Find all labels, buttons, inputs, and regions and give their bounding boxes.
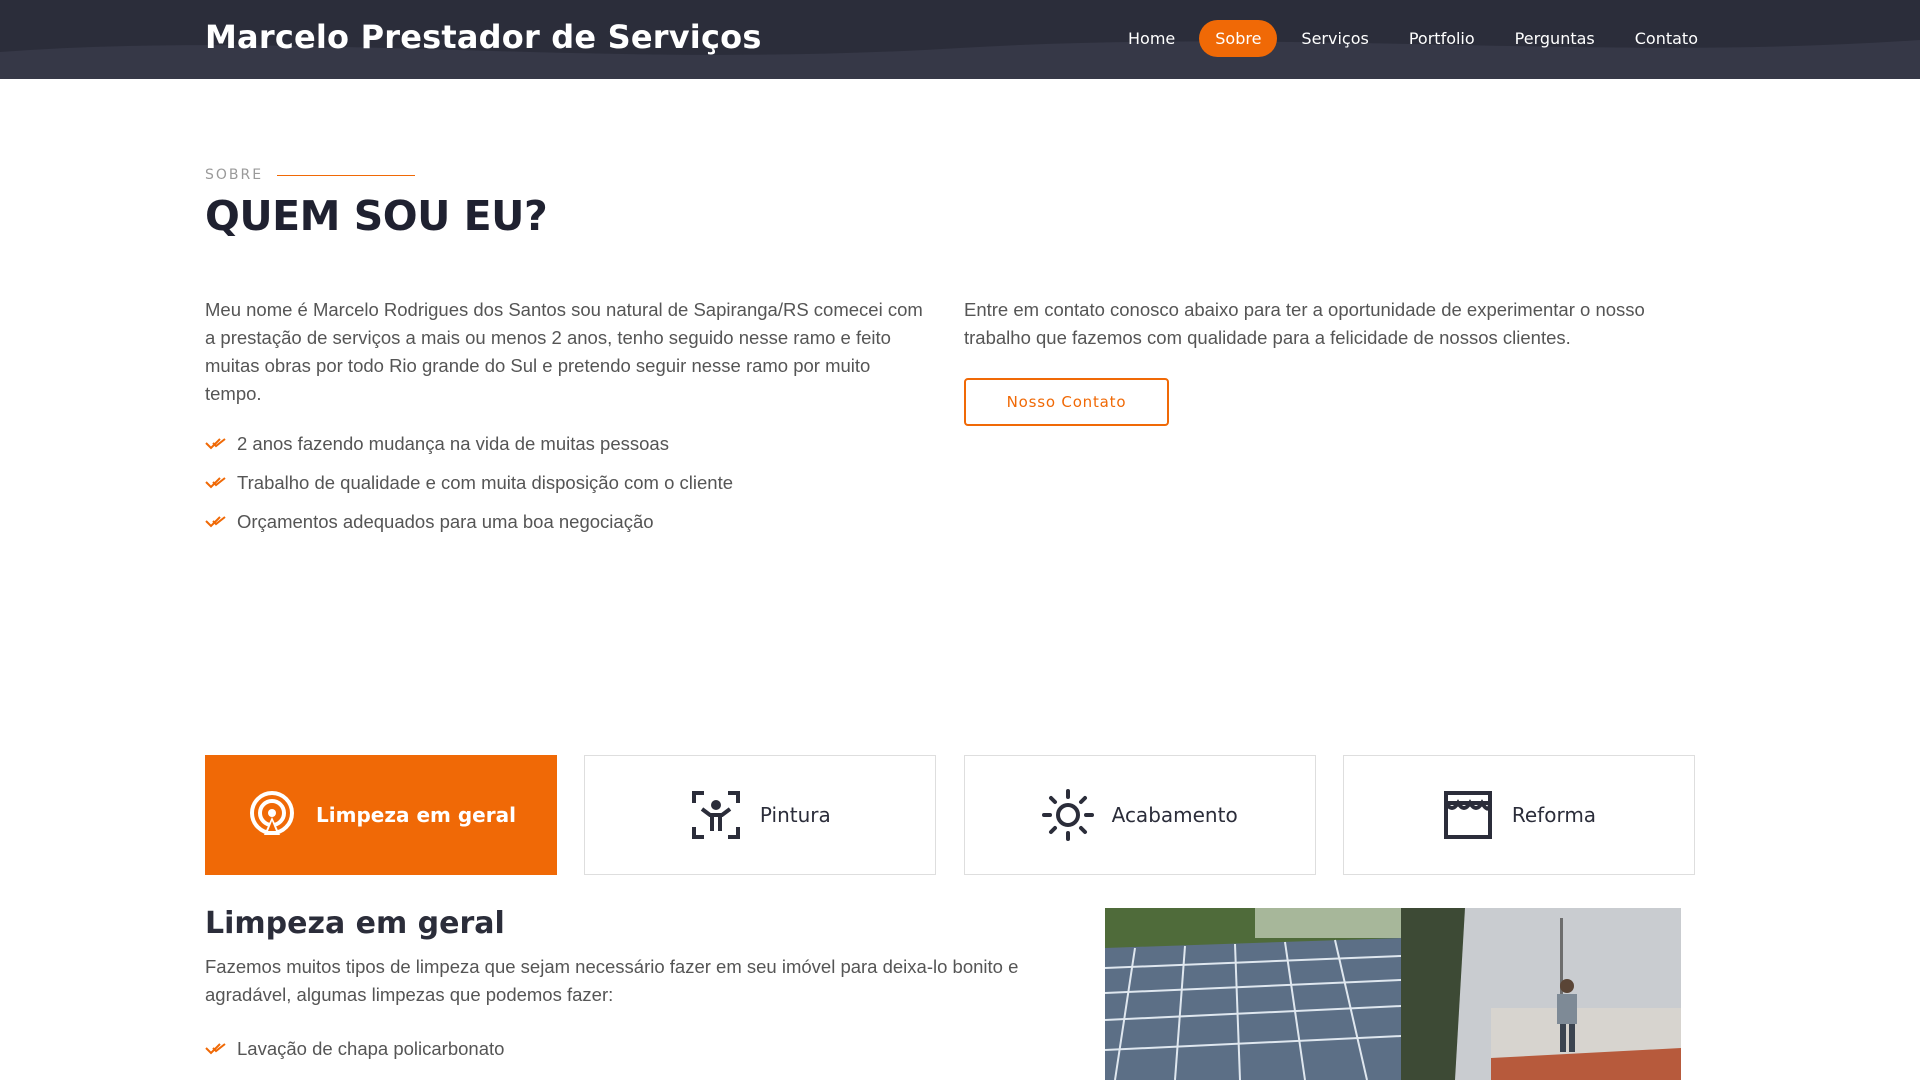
list-item-text: Orçamentos adequados para uma boa negoci…	[237, 510, 654, 532]
broadcast-icon	[250, 791, 295, 835]
list-item: Trabalho de qualidade e com muita dispos…	[205, 463, 925, 502]
tab-label: Limpeza em geral	[316, 803, 516, 827]
double-check-icon	[205, 476, 226, 488]
section-label-text: SOBRE	[205, 167, 264, 183]
site-header: Marcelo Prestador de Serviços Home Sobre…	[0, 0, 1920, 79]
site-logo[interactable]: Marcelo Prestador de Serviços	[205, 18, 762, 56]
about-paragraph: Meu nome é Marcelo Rodrigues dos Santos …	[205, 299, 923, 404]
nav-sobre[interactable]: Sobre	[1199, 20, 1278, 57]
list-item-text: Trabalho de qualidade e com muita dispos…	[237, 471, 734, 493]
contact-paragraph: Entre em contato conosco abaixo para ter…	[964, 299, 1645, 348]
double-check-icon	[205, 515, 226, 527]
nav-servicos[interactable]: Serviços	[1285, 20, 1384, 57]
list-item-text: 2 anos fazendo mudança na vida de muitas…	[237, 432, 669, 454]
nav-contato[interactable]: Contato	[1619, 20, 1714, 57]
nav-portfolio[interactable]: Portfolio	[1393, 20, 1491, 57]
scan-person-icon	[691, 791, 740, 839]
tab-reforma[interactable]: Reforma	[1342, 755, 1695, 875]
service-tabs: Limpeza em geral Pintura Acabamento Refo…	[205, 755, 1695, 875]
nav-home[interactable]: Home	[1112, 20, 1191, 57]
list-item: 2 anos fazendo mudança na vida de muitas…	[205, 424, 925, 463]
tab-label: Reforma	[1511, 803, 1597, 827]
tab-label: Acabamento	[1111, 803, 1238, 827]
service-content-list: Lavação de chapa policarbonato	[205, 1029, 504, 1068]
section-title: QUEM SOU EU?	[205, 192, 548, 240]
about-right-column: Entre em contato conosco abaixo para ter…	[964, 296, 1704, 426]
service-content-text: Fazemos muitos tipos de limpeza que seja…	[205, 956, 1019, 1005]
about-check-list: 2 anos fazendo mudança na vida de muitas…	[205, 424, 925, 541]
list-item: Lavação de chapa policarbonato	[205, 1029, 504, 1068]
double-check-icon	[205, 1042, 226, 1054]
sun-icon	[1041, 789, 1094, 841]
about-left-column: Meu nome é Marcelo Rodrigues dos Santos …	[205, 296, 925, 541]
list-item-text: Lavação de chapa policarbonato	[237, 1037, 505, 1059]
storefront-icon	[1443, 791, 1492, 839]
main-nav: Home Sobre Serviços Portfolio Perguntas …	[1112, 20, 1722, 57]
nav-perguntas[interactable]: Perguntas	[1499, 20, 1611, 57]
tab-acabamento[interactable]: Acabamento	[963, 755, 1316, 875]
tab-pintura[interactable]: Pintura	[584, 755, 937, 875]
tab-limpeza-em-geral[interactable]: Limpeza em geral	[205, 755, 557, 875]
service-photo	[1105, 908, 1681, 1080]
section-label-line	[277, 174, 416, 176]
service-content-title: Limpeza em geral	[205, 906, 505, 941]
contact-button[interactable]: Nosso Contato	[964, 378, 1169, 426]
double-check-icon	[205, 437, 226, 449]
tab-label: Pintura	[759, 803, 831, 827]
list-item: Orçamentos adequados para uma boa negoci…	[205, 502, 925, 541]
section-label: SOBRE	[205, 167, 416, 183]
